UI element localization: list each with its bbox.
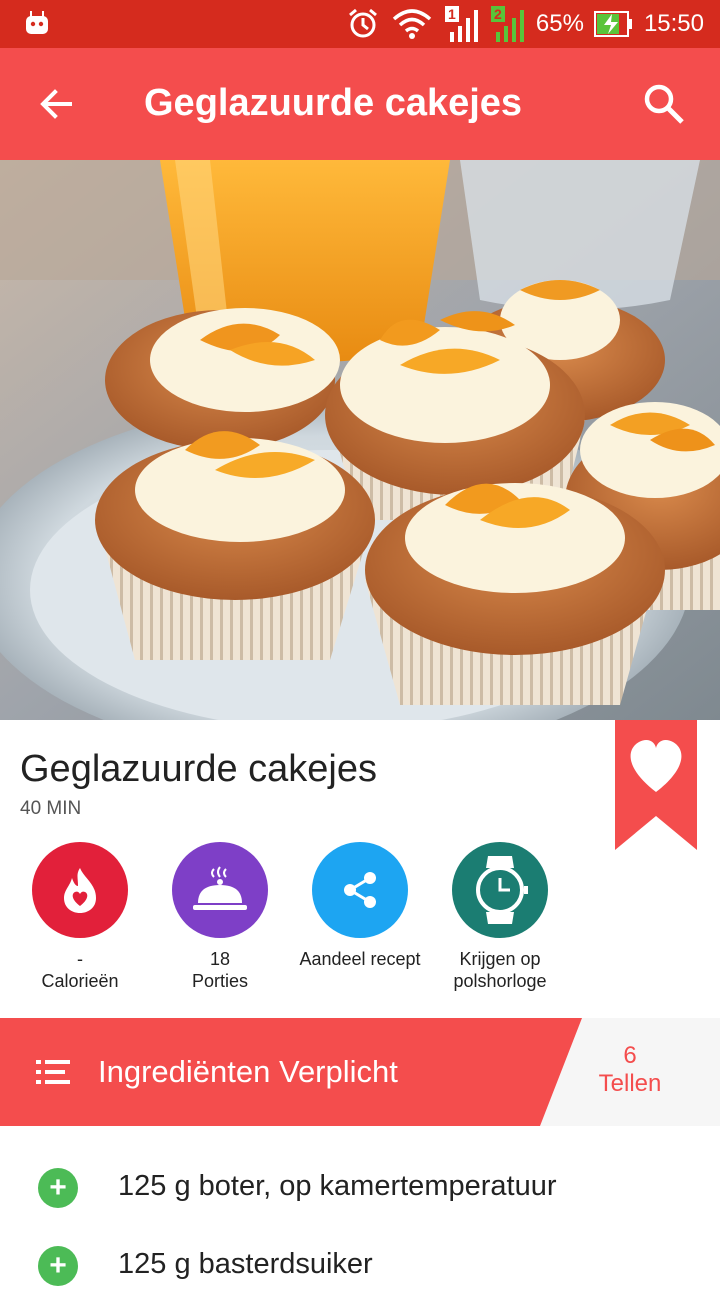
recipe-info-card: Geglazuurde cakejes 40 MIN - Calorieën 1… xyxy=(0,720,720,1020)
servings-label: Porties xyxy=(191,971,249,991)
serving-dish-icon xyxy=(193,866,247,910)
share-icon xyxy=(344,872,376,908)
ingredient-item[interactable]: + 125 g basterdsuiker xyxy=(0,1224,720,1302)
calories-label: Calorieën xyxy=(41,971,119,991)
ingredients-title: Ingrediënten Verplicht xyxy=(98,1054,398,1089)
signal-sim1-icon: 1 xyxy=(444,6,478,42)
add-ingredient-icon[interactable]: + xyxy=(38,1168,78,1208)
android-notification-icon xyxy=(26,11,48,34)
favorite-bookmark-button[interactable] xyxy=(615,720,697,850)
app-bar: Geglazuurde cakejes xyxy=(0,48,720,160)
servings-value: 18 xyxy=(209,949,231,969)
svg-text:1: 1 xyxy=(448,6,456,22)
ingredients-count-label: Tellen xyxy=(598,1070,662,1097)
ingredient-text: 125 g basterdsuiker xyxy=(118,1248,373,1280)
signal-sim2-icon: 2 xyxy=(490,6,524,42)
share-recipe-label: Aandeel recept xyxy=(299,949,421,969)
ingredients-header: Ingrediënten Verplicht 6 Tellen xyxy=(0,1018,720,1126)
arrow-left-icon[interactable] xyxy=(36,84,76,124)
calories-value: - xyxy=(77,949,83,969)
battery-percent: 65% xyxy=(535,10,584,37)
send-to-watch-label: Krijgen op polshorloge xyxy=(453,949,547,991)
ingredients-list: + 125 g boter, op kamertemperatuur + 125… xyxy=(0,1126,720,1286)
battery-charging-icon xyxy=(593,11,632,37)
share-recipe-action[interactable]: Aandeel recept xyxy=(290,842,430,970)
ingredients-count-value: 6 xyxy=(623,1042,637,1069)
calories-action[interactable]: - Calorieën xyxy=(10,842,150,992)
recipe-actions: - Calorieën 18 Porties Aandeel recept Kr… xyxy=(0,842,600,1002)
ingredient-text: 125 g boter, op kamertemperatuur xyxy=(118,1170,557,1202)
list-icon xyxy=(36,1060,70,1084)
alarm-icon xyxy=(348,8,377,38)
svg-text:2: 2 xyxy=(494,6,502,22)
ingredient-item[interactable]: + 125 g boter, op kamertemperatuur xyxy=(0,1146,720,1224)
recipe-duration: 40 MIN xyxy=(20,798,82,819)
app-bar-title: Geglazuurde cakejes xyxy=(144,82,523,124)
clock-time: 15:50 xyxy=(643,10,704,37)
wifi-icon xyxy=(392,9,432,39)
send-to-watch-action[interactable]: Krijgen op polshorloge xyxy=(430,842,570,992)
status-bar: 1 2 65% 15:50 xyxy=(0,0,720,48)
ingredients-count: 6 Tellen xyxy=(580,1042,680,1098)
add-ingredient-icon[interactable]: + xyxy=(38,1246,78,1286)
servings-action[interactable]: 18 Porties xyxy=(150,842,290,992)
flame-heart-icon xyxy=(64,868,96,913)
recipe-photo xyxy=(0,160,720,720)
watch-icon xyxy=(476,856,528,924)
recipe-title: Geglazuurde cakejes xyxy=(20,748,377,790)
search-icon[interactable] xyxy=(642,82,686,126)
